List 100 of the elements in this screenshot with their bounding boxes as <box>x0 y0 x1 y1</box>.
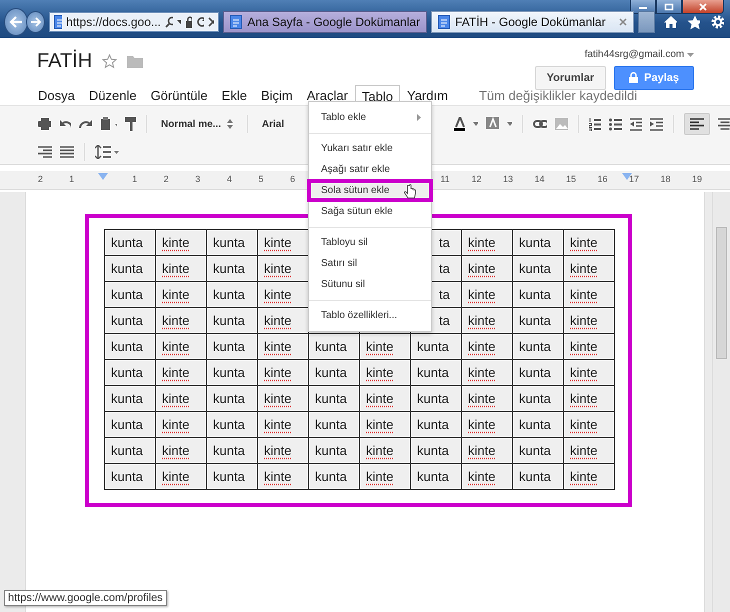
caret-icon[interactable] <box>506 122 512 126</box>
table-cell[interactable]: kinte <box>564 230 614 256</box>
comments-button[interactable]: Yorumlar <box>534 66 606 90</box>
table-cell[interactable]: kunta <box>308 360 360 386</box>
table-cell[interactable]: kinte <box>258 230 308 256</box>
table-cell[interactable]: kunta <box>104 360 156 386</box>
menu-option[interactable]: Yukarı satır ekle <box>309 138 431 159</box>
menu-item[interactable]: Düzenle <box>82 84 144 106</box>
menu-item[interactable]: Dosya <box>31 84 82 106</box>
home-icon[interactable] <box>662 15 677 29</box>
menu-option[interactable]: Sola sütun ekle <box>308 180 432 201</box>
stop-icon[interactable] <box>208 17 214 27</box>
print-icon[interactable] <box>38 118 50 130</box>
account-email[interactable]: fatih44srg@gmail.com <box>584 48 694 60</box>
menu-option[interactable]: Tablo ekle <box>309 107 431 128</box>
decrease-indent-icon[interactable] <box>630 118 642 130</box>
align-center-icon[interactable] <box>718 118 730 130</box>
clipboard-icon[interactable] <box>100 117 118 131</box>
table-cell[interactable]: kunta <box>206 360 258 386</box>
table-cell[interactable]: kunta <box>206 334 258 360</box>
table-cell[interactable]: kunta <box>410 386 462 412</box>
table-cell[interactable]: kinte <box>564 464 614 490</box>
link-icon[interactable] <box>532 120 548 128</box>
undo-icon[interactable] <box>58 119 71 129</box>
maximize-button[interactable] <box>656 0 682 14</box>
table-cell[interactable]: kinte <box>156 412 206 438</box>
font-dropdown[interactable]: Arial <box>258 118 288 130</box>
bulleted-list-icon[interactable] <box>609 118 622 130</box>
table-cell[interactable]: kinte <box>462 256 512 282</box>
browser-tab[interactable]: FATİH - Google Dokümanlar <box>431 11 634 33</box>
table-cell[interactable]: kunta <box>308 412 360 438</box>
table-cell[interactable]: kinte <box>156 230 206 256</box>
style-dropdown[interactable]: Normal me... <box>156 118 237 130</box>
table-cell[interactable]: kinte <box>258 412 308 438</box>
table-cell[interactable]: kunta <box>104 438 156 464</box>
menu-item[interactable]: Görüntüle <box>144 84 215 106</box>
table-cell[interactable]: kunta <box>410 334 462 360</box>
table-cell[interactable]: kinte <box>156 256 206 282</box>
table-cell[interactable]: kunta <box>206 464 258 490</box>
menu-option[interactable]: Aşağı satır ekle <box>309 159 431 180</box>
search-icon[interactable] <box>164 16 173 28</box>
table-cell[interactable]: kunta <box>512 282 564 308</box>
increase-indent-icon[interactable] <box>650 118 663 130</box>
table-cell[interactable]: kunta <box>512 308 564 334</box>
lock-icon[interactable] <box>185 16 192 28</box>
table-cell[interactable]: kinte <box>360 386 410 412</box>
table-cell[interactable]: kunta <box>104 230 156 256</box>
caret-icon[interactable] <box>472 122 478 126</box>
table-cell[interactable]: kinte <box>462 464 512 490</box>
table-cell[interactable]: kinte <box>462 360 512 386</box>
text-color-icon[interactable] <box>454 117 465 131</box>
forward-button[interactable] <box>26 11 46 33</box>
browser-tab[interactable]: Ana Sayfa - Google Dokümanlar <box>223 11 428 33</box>
table-cell[interactable]: kunta <box>512 386 564 412</box>
table-cell[interactable]: kunta <box>308 386 360 412</box>
caret-icon[interactable] <box>176 20 182 24</box>
table-cell[interactable]: kinte <box>360 438 410 464</box>
table-cell[interactable]: kinte <box>156 360 206 386</box>
highlight-color-icon[interactable] <box>486 117 499 131</box>
table-cell[interactable]: kinte <box>360 334 410 360</box>
table-cell[interactable]: kunta <box>410 360 462 386</box>
table-cell[interactable]: kinte <box>360 464 410 490</box>
table-cell[interactable]: kunta <box>104 282 156 308</box>
align-right-icon[interactable] <box>38 146 52 158</box>
table-cell[interactable]: kunta <box>308 438 360 464</box>
table-cell[interactable]: kinte <box>564 412 614 438</box>
refresh-icon[interactable] <box>196 16 204 28</box>
settings-icon[interactable] <box>710 14 724 30</box>
table-cell[interactable]: kunta <box>308 464 360 490</box>
table-cell[interactable]: kunta <box>410 464 462 490</box>
back-button[interactable] <box>4 8 28 36</box>
table-cell[interactable]: kunta <box>410 412 462 438</box>
table-cell[interactable]: kunta <box>104 464 156 490</box>
table-cell[interactable]: kinte <box>258 360 308 386</box>
table-cell[interactable]: kinte <box>462 282 512 308</box>
table-cell[interactable]: kinte <box>462 334 512 360</box>
indent-marker[interactable] <box>98 173 108 180</box>
table-cell[interactable]: kunta <box>512 230 564 256</box>
table-cell[interactable]: kinte <box>156 386 206 412</box>
paint-roller-icon[interactable] <box>125 117 136 131</box>
table-cell[interactable]: kunta <box>104 256 156 282</box>
table-cell[interactable]: kinte <box>462 438 512 464</box>
table-cell[interactable]: kinte <box>258 464 308 490</box>
table-cell[interactable]: kinte <box>564 308 614 334</box>
table-cell[interactable]: kunta <box>206 438 258 464</box>
star-icon[interactable] <box>686 14 700 30</box>
table-cell[interactable]: kinte <box>462 412 512 438</box>
table-cell[interactable]: kunta <box>512 334 564 360</box>
table-cell[interactable]: kunta <box>512 412 564 438</box>
address-bar[interactable]: https://docs.goo... <box>49 12 220 32</box>
table-cell[interactable]: kunta <box>206 308 258 334</box>
table-cell[interactable]: kunta <box>206 282 258 308</box>
table-cell[interactable]: kinte <box>258 256 308 282</box>
table-cell[interactable]: kinte <box>564 386 614 412</box>
table-cell[interactable]: kunta <box>512 464 564 490</box>
table-cell[interactable]: kunta <box>206 412 258 438</box>
align-left-button[interactable] <box>684 113 710 135</box>
table-cell[interactable]: kinte <box>564 360 614 386</box>
star-icon[interactable] <box>102 54 118 68</box>
redo-icon[interactable] <box>79 119 92 129</box>
